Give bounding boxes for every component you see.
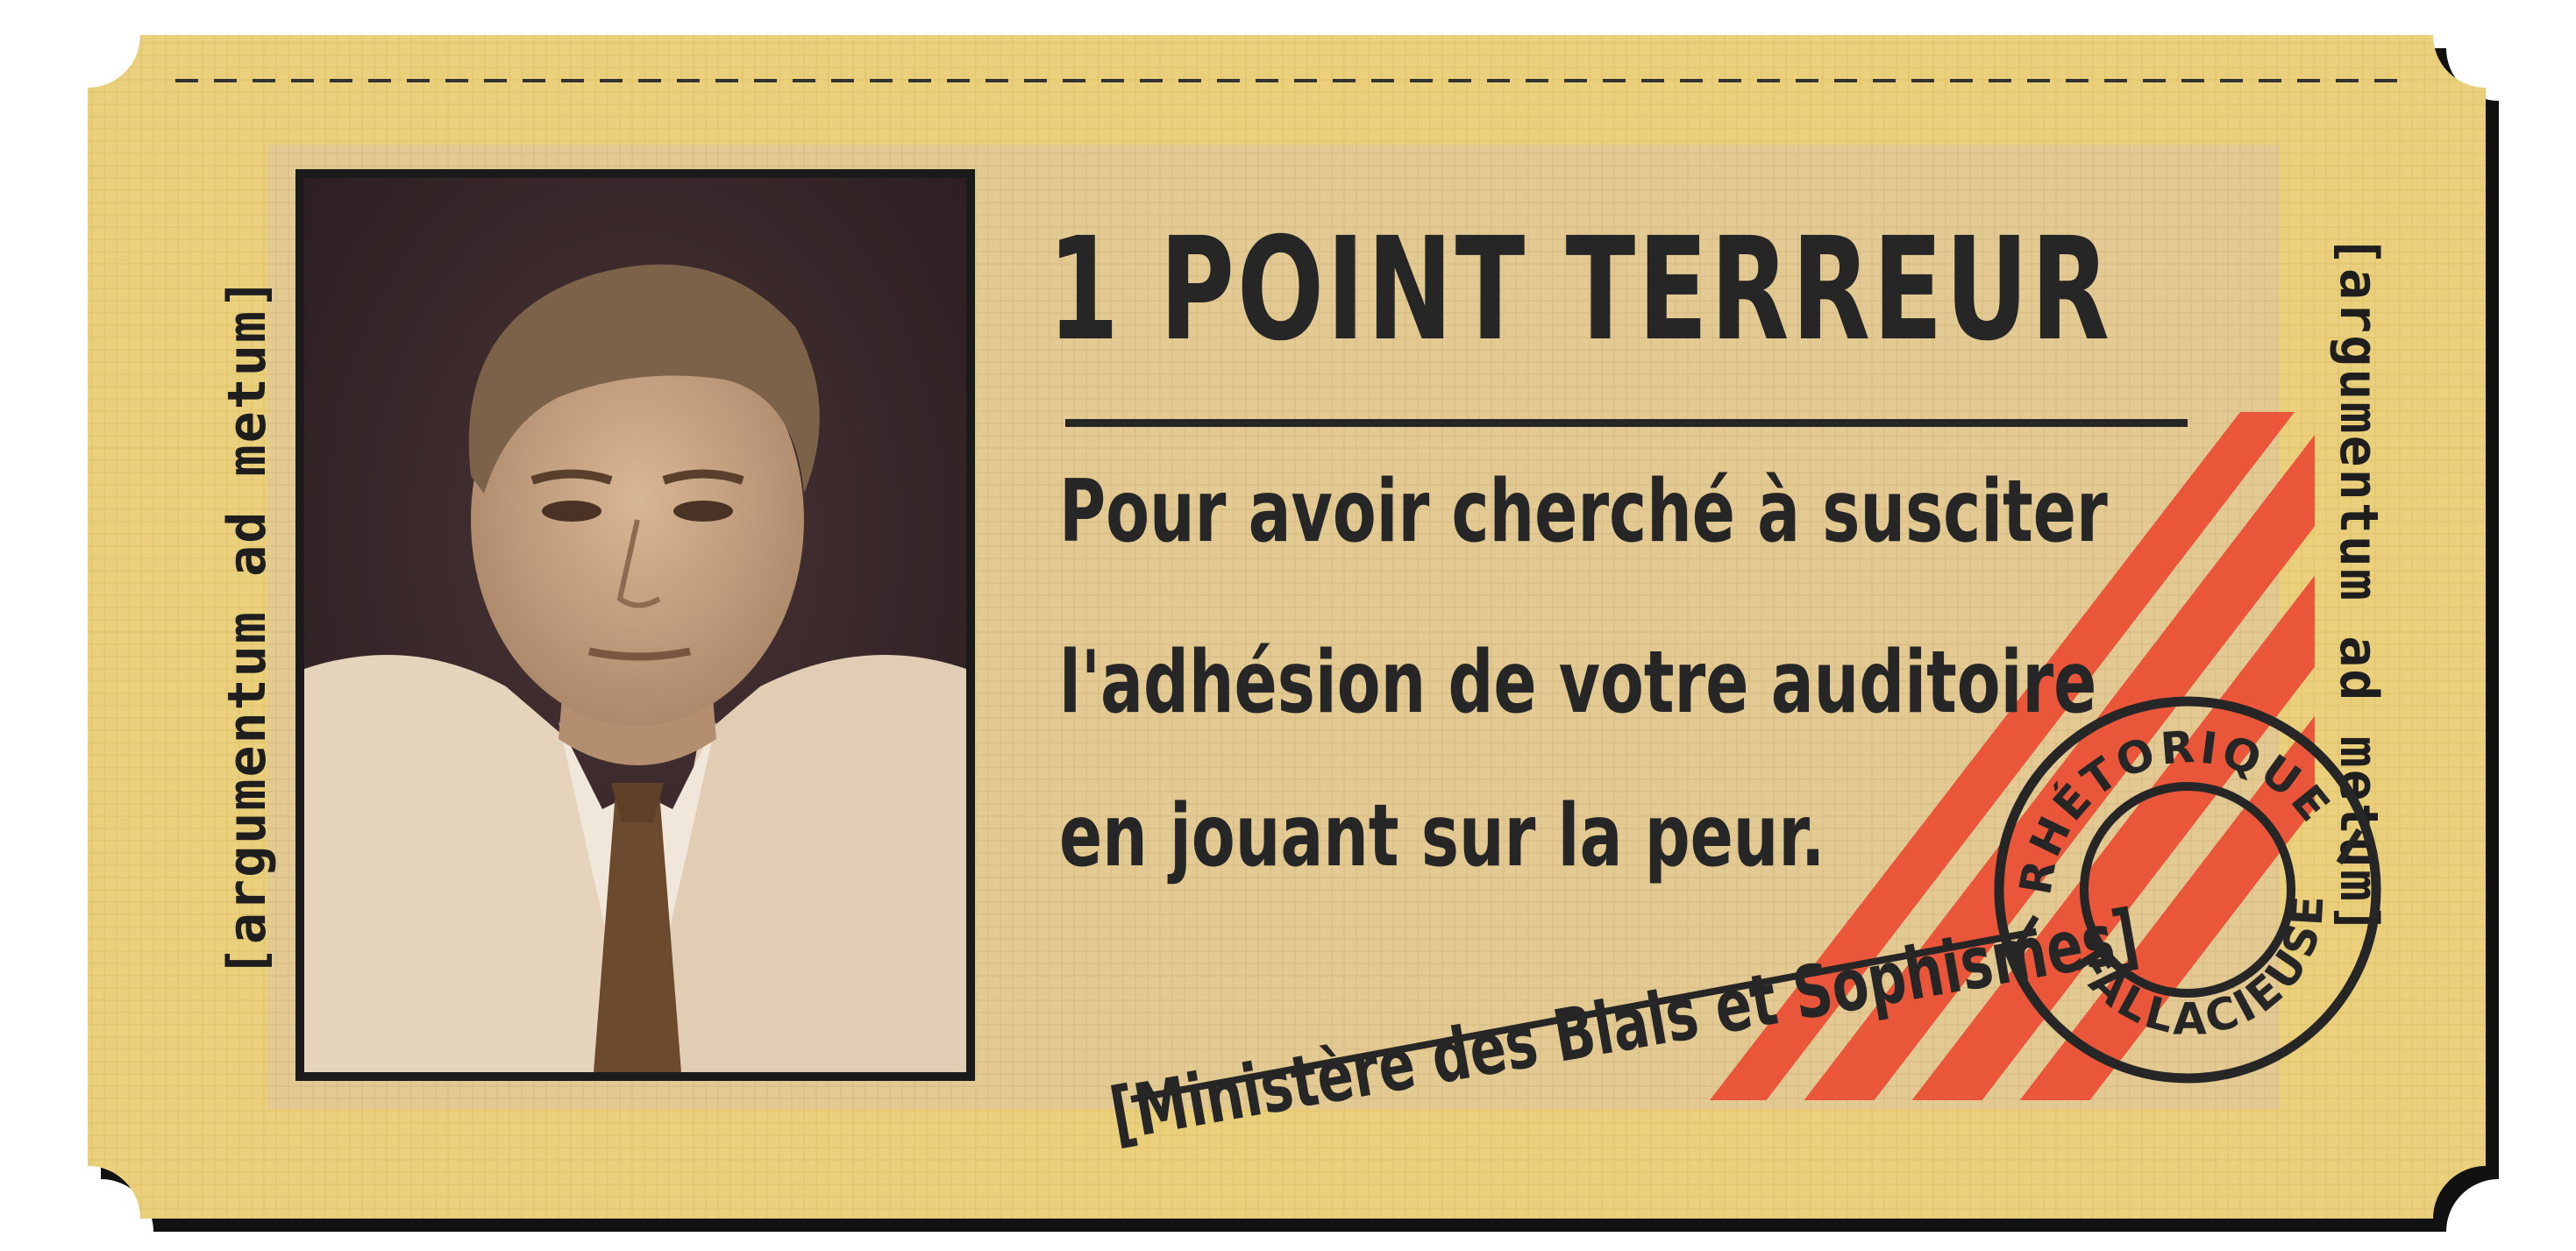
stamp-bottom-text: FALLACIEUSE (2059, 878, 2363, 1077)
side-label-left: [argumentum ad metum] (217, 275, 278, 978)
body-line: l'adhésion de votre auditoire (1059, 633, 2097, 733)
portrait-photo (295, 169, 975, 1081)
body-line: en jouant sur la peur. (1059, 786, 1825, 886)
title-divider (1065, 419, 2188, 427)
stamp-seal: RHÉTORIQUE FALLACIEUSE (1982, 684, 2381, 1084)
ticket-title: 1 POINT TERREUR (1048, 208, 2112, 373)
body-line: Pour avoir cherché à susciter (1059, 462, 2108, 562)
